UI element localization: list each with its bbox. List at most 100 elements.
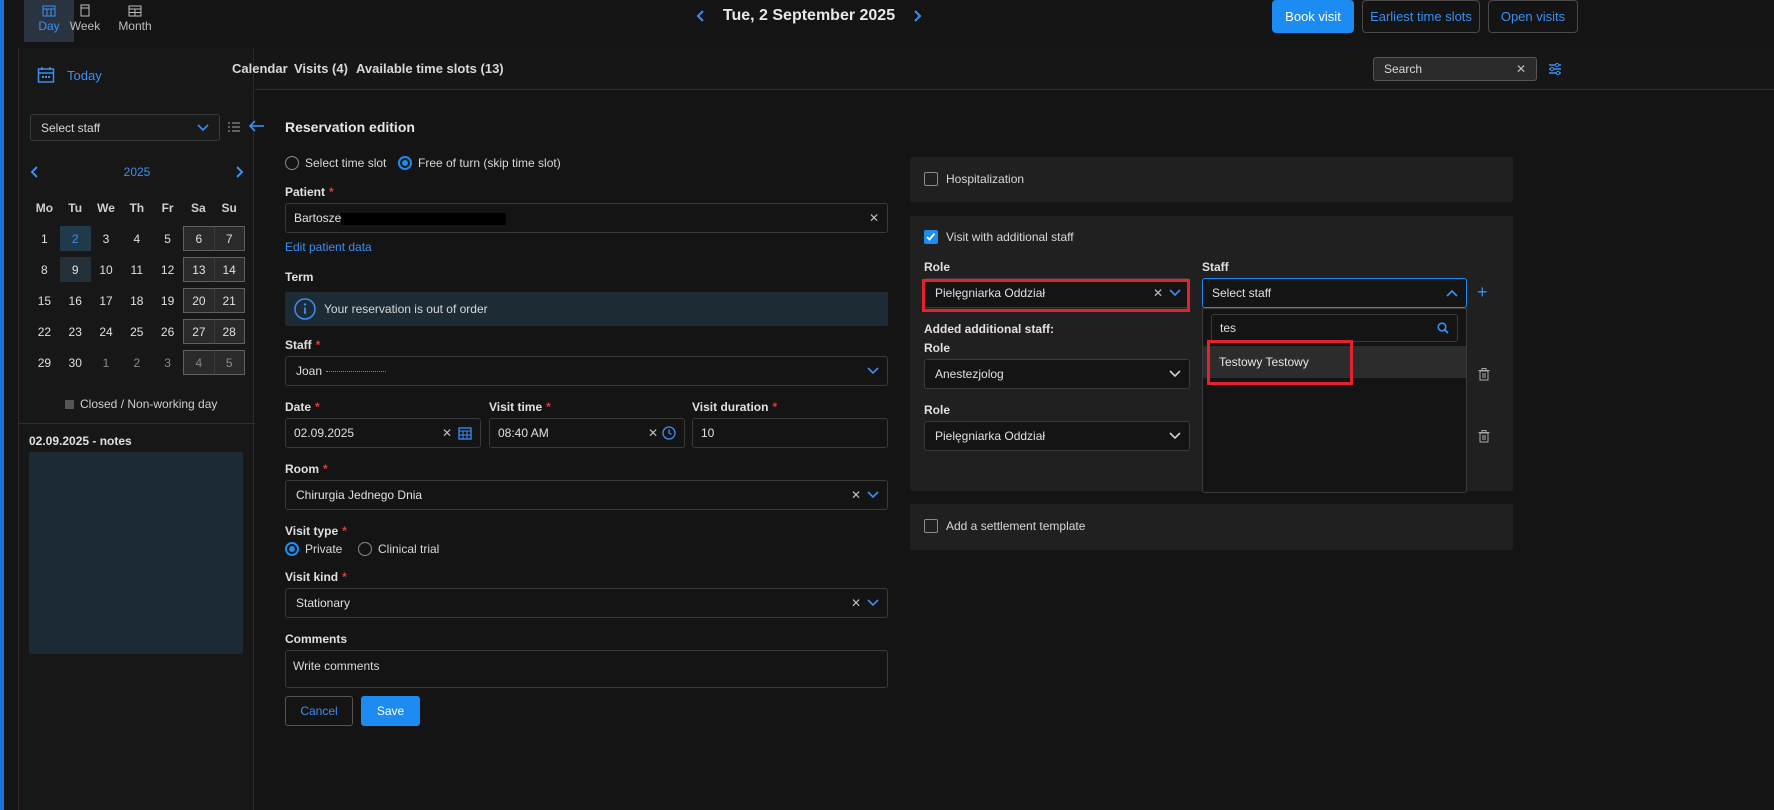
radio-select-time-slot-label: Select time slot <box>305 156 387 170</box>
calendar-day-cell[interactable]: 27 <box>182 319 214 344</box>
calendar-day-cell[interactable]: 30 <box>60 350 91 375</box>
date-field[interactable]: 02.09.2025 ✕ <box>285 418 481 448</box>
calendar-day-cell[interactable]: 21 <box>213 288 245 313</box>
calendar-day-cell[interactable]: 4 <box>121 226 152 251</box>
additional-staff-select[interactable]: Select staff <box>1202 278 1467 308</box>
calendar-day-cell[interactable]: 6 <box>182 226 214 251</box>
tab-available-slots[interactable]: Available time slots (13) <box>356 61 504 76</box>
visit-kind-select[interactable]: Stationary ✕ <box>285 588 888 618</box>
list-settings-icon[interactable] <box>227 120 241 134</box>
prev-month-icon[interactable] <box>29 165 41 179</box>
chevron-right-icon[interactable] <box>910 9 924 23</box>
calendar-day-cell[interactable]: 2 <box>121 350 152 375</box>
highlight-role-select <box>922 279 1190 312</box>
view-week-tab[interactable]: Week <box>60 0 110 42</box>
calendar-day-cell[interactable]: 13 <box>182 257 214 282</box>
patient-field[interactable]: Bartosze ✕ <box>285 203 888 233</box>
open-visits-button[interactable]: Open visits <box>1488 0 1578 33</box>
calendar-day-cell[interactable]: 15 <box>29 288 60 313</box>
calendar-day-cell[interactable]: 20 <box>182 288 214 313</box>
clear-patient-icon[interactable]: ✕ <box>869 211 879 225</box>
save-button[interactable]: Save <box>361 696 420 726</box>
staff-select[interactable]: Joan <box>285 356 888 386</box>
calendar-day-cell[interactable]: 5 <box>152 226 183 251</box>
mini-calendar-week-row: 29 30 1 2 3 4 5 <box>29 347 245 378</box>
calendar-day-cell[interactable]: 1 <box>91 350 122 375</box>
calendar-day-cell[interactable]: 4 <box>182 350 214 375</box>
added-role-select-1[interactable]: Anestezjolog <box>924 359 1190 389</box>
calendar-day-cell[interactable]: 22 <box>29 319 60 344</box>
clear-room-icon[interactable]: ✕ <box>851 488 861 502</box>
clear-time-icon[interactable]: ✕ <box>648 426 658 440</box>
chevron-down-icon <box>1169 370 1181 378</box>
date-picker-icon[interactable] <box>458 426 472 440</box>
delete-trash-icon[interactable] <box>1478 368 1490 381</box>
clock-icon[interactable] <box>662 426 676 440</box>
calendar-day-cell[interactable]: 16 <box>60 288 91 313</box>
radio-clinical-trial[interactable]: Clinical trial <box>358 542 439 556</box>
chevron-down-icon <box>1169 432 1181 440</box>
additional-staff-checkbox[interactable]: Visit with additional staff <box>924 230 1074 244</box>
filter-settings-icon[interactable] <box>1547 61 1563 77</box>
add-staff-plus-icon[interactable]: + <box>1477 282 1488 303</box>
calendar-day-cell[interactable]: 18 <box>121 288 152 313</box>
back-arrow-icon[interactable] <box>248 119 266 133</box>
calendar-day-cell[interactable]: 3 <box>152 350 183 375</box>
info-icon <box>294 298 316 320</box>
added-role-select-2[interactable]: Pielęgniarka Oddział <box>924 421 1190 451</box>
closed-day-swatch <box>65 399 74 409</box>
search-input[interactable]: Search ✕ <box>1373 57 1537 81</box>
today-button[interactable]: Today <box>37 66 102 84</box>
delete-trash-icon[interactable] <box>1478 430 1490 443</box>
mini-calendar-year: 2025 <box>123 165 151 179</box>
cancel-button[interactable]: Cancel <box>285 696 353 726</box>
sidebar-staff-select[interactable]: Select staff <box>30 114 220 141</box>
next-month-icon[interactable] <box>233 165 245 179</box>
calendar-day-cell[interactable]: 23 <box>60 319 91 344</box>
chevron-down-icon <box>867 599 879 607</box>
edit-patient-link[interactable]: Edit patient data <box>285 240 372 254</box>
calendar-day-cell[interactable]: 2 <box>59 226 91 251</box>
calendar-day-cell[interactable]: 10 <box>91 257 122 282</box>
calendar-day-cell[interactable]: 24 <box>91 319 122 344</box>
calendar-day-cell[interactable]: 14 <box>213 257 245 282</box>
calendar-day-cell[interactable]: 3 <box>91 226 122 251</box>
calendar-day-cell[interactable]: 12 <box>152 257 183 282</box>
tab-calendar[interactable]: Calendar <box>232 61 288 76</box>
clear-date-icon[interactable]: ✕ <box>442 426 452 440</box>
clear-visit-kind-icon[interactable]: ✕ <box>851 596 861 610</box>
radio-select-time-slot[interactable]: Select time slot <box>285 156 386 170</box>
notes-area[interactable] <box>29 452 243 654</box>
calendar-day-cell[interactable]: 19 <box>152 288 183 313</box>
chevron-up-icon <box>1446 289 1458 297</box>
book-visit-button[interactable]: Book visit <box>1272 0 1354 33</box>
chevron-left-icon[interactable] <box>694 9 708 23</box>
view-month-tab[interactable]: Month <box>110 0 160 42</box>
comments-label: Comments <box>285 632 348 646</box>
calendar-day-cell[interactable]: 5 <box>213 350 245 375</box>
calendar-day-cell[interactable]: 25 <box>121 319 152 344</box>
hospitalization-checkbox[interactable]: Hospitalization <box>924 172 1024 186</box>
view-week-label: Week <box>69 19 101 33</box>
radio-private[interactable]: Private <box>285 542 342 556</box>
calendar-day-cell[interactable]: 7 <box>213 226 245 251</box>
room-select[interactable]: Chirurgia Jednego Dnia ✕ <box>285 480 888 510</box>
tab-visits[interactable]: Visits (4) <box>294 61 348 76</box>
calendar-day-cell[interactable]: 28 <box>213 319 245 344</box>
clear-search-icon[interactable]: ✕ <box>1516 62 1526 76</box>
calendar-day-cell[interactable]: 1 <box>29 226 60 251</box>
calendar-day-cell[interactable]: 8 <box>29 257 60 282</box>
comments-textarea[interactable]: Write comments <box>285 650 888 688</box>
visit-time-field[interactable]: 08:40 AM ✕ <box>489 418 685 448</box>
calendar-day-cell[interactable]: 26 <box>152 319 183 344</box>
calendar-day-cell[interactable]: 9 <box>59 257 91 282</box>
calendar-day-cell[interactable]: 17 <box>91 288 122 313</box>
settlement-template-checkbox[interactable]: Add a settlement template <box>924 519 1085 533</box>
visit-duration-field[interactable]: 10 <box>692 418 888 448</box>
calendar-day-cell[interactable]: 11 <box>121 257 152 282</box>
calendar-day-cell[interactable]: 29 <box>29 350 60 375</box>
staff-dropdown-search[interactable]: tes <box>1211 314 1458 342</box>
radio-indicator-checked <box>285 542 299 556</box>
radio-free-of-turn[interactable]: Free of turn (skip time slot) <box>398 156 561 170</box>
earliest-time-slots-button[interactable]: Earliest time slots <box>1362 0 1480 33</box>
